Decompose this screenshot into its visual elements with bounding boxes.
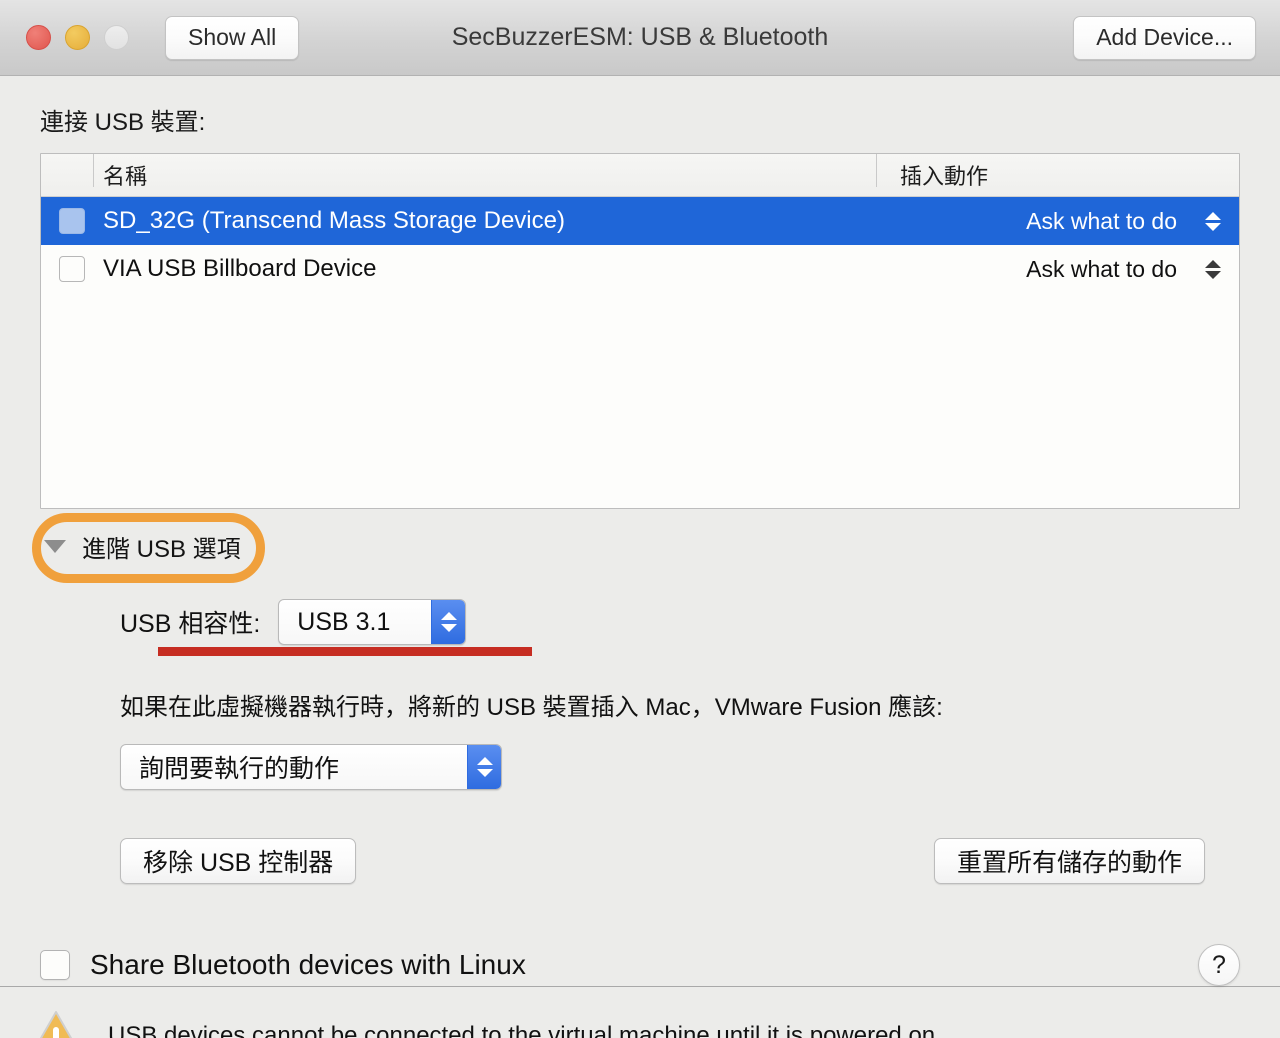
warning-message: USB devices cannot be connected to the v… bbox=[108, 1021, 942, 1038]
chevron-updown-icon[interactable] bbox=[1205, 206, 1221, 236]
usb-compatibility-label: USB 相容性: bbox=[120, 610, 261, 638]
remove-usb-controller-button[interactable]: 移除 USB 控制器 bbox=[120, 838, 357, 884]
usb-plug-action-popup[interactable]: 詢問要執行的動作 bbox=[120, 744, 502, 790]
device-action-value: Ask what to do bbox=[1026, 207, 1177, 234]
usb-plug-description: 如果在此虛擬機器執行時，將新的 USB 裝置插入 Mac，VMware Fusi… bbox=[120, 694, 943, 721]
usb-compatibility-popup[interactable]: USB 3.1 bbox=[278, 599, 467, 645]
chevron-updown-icon[interactable] bbox=[431, 600, 466, 644]
device-action-popup[interactable]: Ask what to do bbox=[876, 206, 1239, 236]
share-bluetooth-label: Share Bluetooth devices with Linux bbox=[90, 949, 526, 980]
device-connect-checkbox-cell[interactable] bbox=[41, 256, 103, 282]
usb-plug-action-row: 詢問要執行的動作 bbox=[120, 744, 1240, 790]
chevron-updown-icon[interactable] bbox=[1205, 254, 1221, 284]
share-bluetooth-checkbox[interactable] bbox=[40, 950, 70, 980]
minimize-window-icon[interactable] bbox=[65, 25, 90, 50]
annotation-underline bbox=[158, 647, 532, 656]
usb-compatibility-row: USB 相容性: USB 3.1 bbox=[120, 599, 1240, 656]
table-row[interactable]: VIA USB Billboard Device Ask what to do bbox=[41, 245, 1239, 293]
device-connect-checkbox-cell[interactable] bbox=[41, 208, 103, 234]
advanced-usb-options-disclosure[interactable]: 進階 USB 選項 bbox=[40, 525, 253, 568]
device-action-popup[interactable]: Ask what to do bbox=[876, 254, 1239, 284]
usb-plug-action-value: 詢問要執行的動作 bbox=[139, 755, 340, 783]
connected-usb-devices-label: 連接 USB 裝置: bbox=[40, 109, 206, 136]
close-window-icon[interactable] bbox=[26, 25, 51, 50]
column-header-name[interactable]: 名稱 bbox=[41, 154, 876, 191]
usb-bluetooth-settings-window: Show All SecBuzzerESM: USB & Bluetooth A… bbox=[0, 0, 1280, 1038]
chevron-updown-icon[interactable] bbox=[467, 745, 501, 789]
reset-saved-actions-button[interactable]: 重置所有儲存的動作 bbox=[933, 838, 1205, 884]
add-device-button[interactable]: Add Device... bbox=[1073, 15, 1256, 60]
advanced-buttons-row: 移除 USB 控制器 重置所有儲存的動作 bbox=[120, 838, 1240, 884]
help-button[interactable]: ? bbox=[1198, 944, 1240, 986]
status-warning-bar: USB devices cannot be connected to the v… bbox=[0, 986, 1280, 1038]
bluetooth-share-left[interactable]: Share Bluetooth devices with Linux bbox=[40, 949, 526, 981]
zoom-window-icon[interactable] bbox=[104, 25, 129, 50]
advanced-usb-options-panel: USB 相容性: USB 3.1 如果在此虛擬機器執行時，將新的 USB 裝置插… bbox=[40, 577, 1240, 884]
usb-device-table: 名稱 插入動作 SD_32G (Transcend Mass Storage D… bbox=[40, 153, 1240, 509]
triangle-down-icon[interactable] bbox=[44, 540, 66, 553]
device-connect-checkbox[interactable] bbox=[59, 256, 85, 282]
device-name: VIA USB Billboard Device bbox=[103, 255, 377, 282]
settings-content: 連接 USB 裝置: 名稱 插入動作 SD_32G (Transcend Mas… bbox=[0, 76, 1280, 986]
bluetooth-share-row: Share Bluetooth devices with Linux ? bbox=[40, 944, 1240, 986]
advanced-usb-options-disclosure-wrap: 進階 USB 選項 bbox=[32, 513, 1240, 583]
table-header-row: 名稱 插入動作 bbox=[41, 154, 1239, 197]
device-action-value: Ask what to do bbox=[1026, 255, 1177, 282]
column-header-action[interactable]: 插入動作 bbox=[876, 154, 1239, 191]
advanced-usb-options-label: 進階 USB 選項 bbox=[82, 536, 241, 563]
table-row[interactable]: SD_32G (Transcend Mass Storage Device) A… bbox=[41, 197, 1239, 245]
device-name: SD_32G (Transcend Mass Storage Device) bbox=[103, 207, 565, 234]
show-all-button[interactable]: Show All bbox=[165, 15, 300, 60]
device-connect-checkbox[interactable] bbox=[59, 208, 85, 234]
traffic-lights bbox=[26, 25, 129, 50]
warning-triangle-icon bbox=[26, 1009, 86, 1038]
window-titlebar: Show All SecBuzzerESM: USB & Bluetooth A… bbox=[0, 0, 1280, 76]
usb-compatibility-value: USB 3.1 bbox=[297, 607, 391, 636]
